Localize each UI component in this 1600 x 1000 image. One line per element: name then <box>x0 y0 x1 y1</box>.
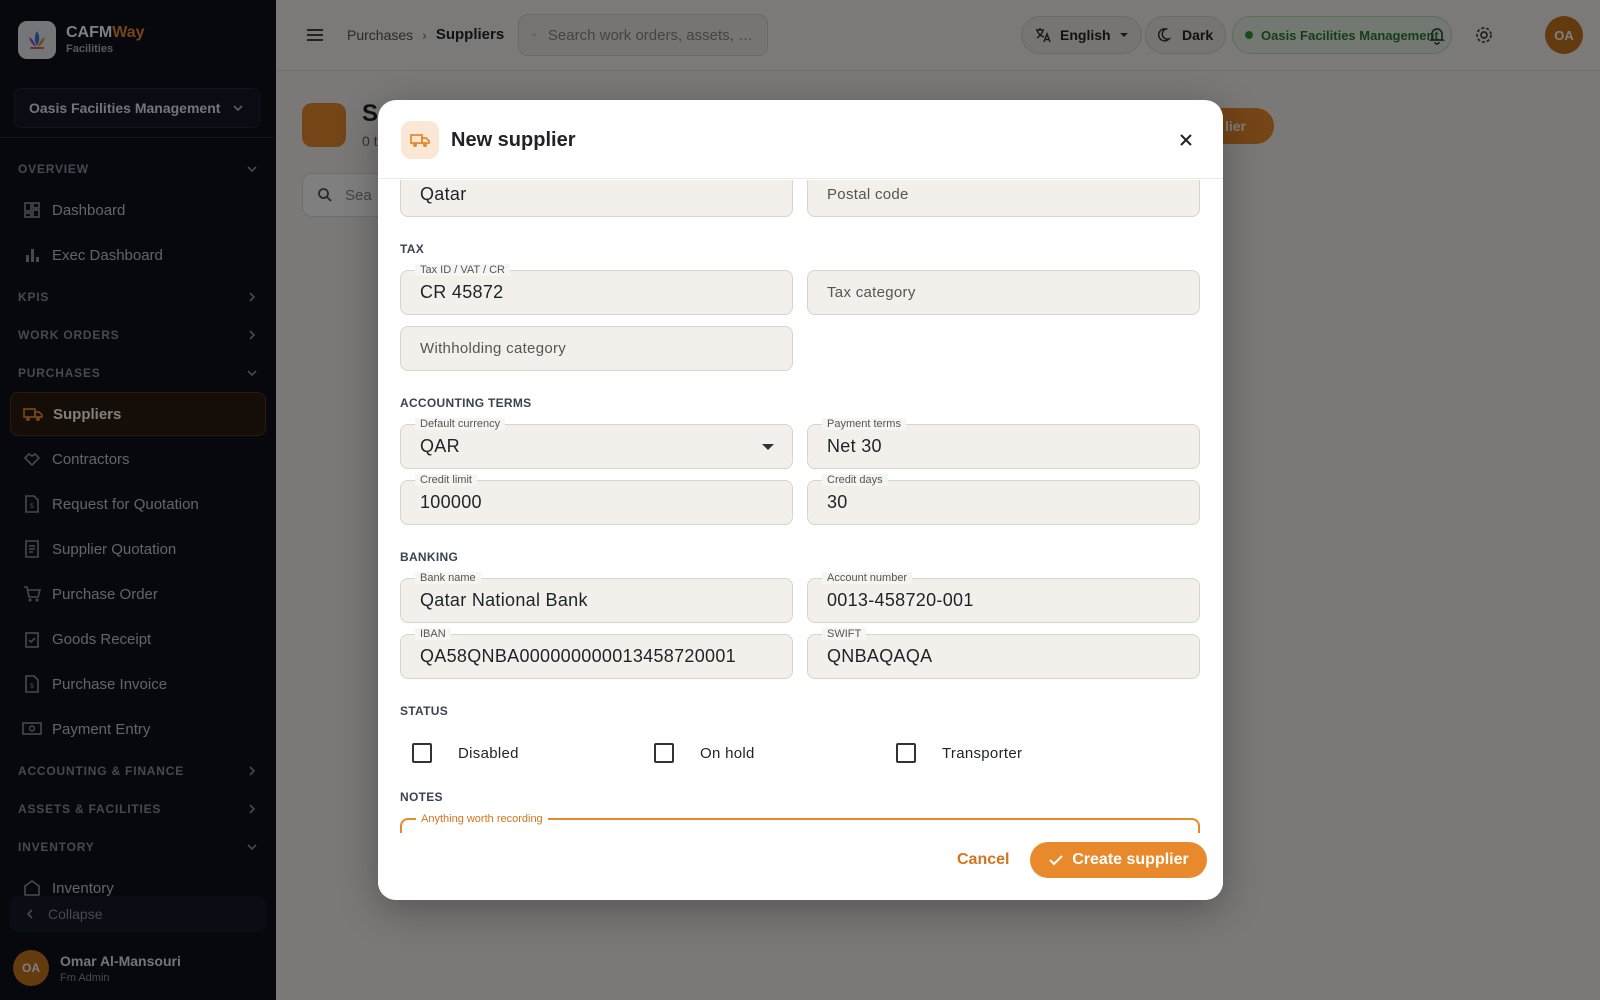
bank-name-value: Qatar National Bank <box>420 590 588 610</box>
bank-name-field[interactable]: Bank name Qatar National Bank <box>400 572 793 623</box>
dialog-header: New supplier <box>378 100 1223 179</box>
section-tax: TAX <box>400 242 425 256</box>
checkbox-box <box>412 743 432 763</box>
section-status: STATUS <box>400 704 449 718</box>
cancel-button[interactable]: Cancel <box>957 851 1009 869</box>
section-accounting-terms: ACCOUNTING TERMS <box>400 396 532 410</box>
disabled-checkbox[interactable]: Disabled <box>412 743 519 763</box>
withholding-placeholder: Withholding category <box>420 340 567 357</box>
iban-label: IBAN <box>415 628 451 640</box>
account-number-value: 0013-458720-001 <box>827 590 974 610</box>
currency-label: Default currency <box>415 418 506 430</box>
currency-select[interactable]: Default currency QAR <box>400 418 793 469</box>
tax-id-field[interactable]: Tax ID / VAT / CR CR 45872 <box>400 264 793 315</box>
iban-field[interactable]: IBAN QA58QNBA000000000013458720001 <box>400 628 793 679</box>
truck-icon <box>401 121 439 159</box>
transporter-checkbox[interactable]: Transporter <box>896 743 1022 763</box>
tax-category-field[interactable]: Tax category <box>807 270 1200 315</box>
notes-label: Anything worth recording <box>416 813 548 825</box>
tax-id-value: CR 45872 <box>420 282 504 302</box>
section-banking: BANKING <box>400 550 459 564</box>
notes-textarea[interactable]: Anything worth recording <box>400 813 1200 833</box>
checkbox-label: Disabled <box>458 744 519 762</box>
tax-id-label: Tax ID / VAT / CR <box>415 264 510 276</box>
swift-field[interactable]: SWIFT QNBAQAQA <box>807 628 1200 679</box>
checkbox-label: On hold <box>700 744 755 762</box>
dialog-title: New supplier <box>451 129 576 151</box>
country-value: Qatar <box>420 184 467 204</box>
swift-value: QNBAQAQA <box>827 646 933 666</box>
credit-days-value: 30 <box>827 492 848 512</box>
payment-terms-value: Net 30 <box>827 436 882 456</box>
postal-code-field[interactable]: Postal code <box>807 180 1200 217</box>
credit-limit-value: 100000 <box>420 492 482 512</box>
currency-value: QAR <box>420 436 460 456</box>
credit-limit-field[interactable]: Credit limit 100000 <box>400 474 793 525</box>
checkbox-box <box>896 743 916 763</box>
checkbox-box <box>654 743 674 763</box>
credit-limit-label: Credit limit <box>415 474 477 486</box>
iban-value: QA58QNBA000000000013458720001 <box>420 646 736 666</box>
dialog-body[interactable]: Qatar Postal code TAX Tax ID / VAT / CR … <box>378 180 1223 833</box>
dialog-footer: Cancel Create supplier <box>378 833 1223 900</box>
checkbox-label: Transporter <box>942 744 1023 762</box>
postal-code-placeholder: Postal code <box>827 186 909 203</box>
caret-down-icon <box>762 444 774 450</box>
country-field[interactable]: Qatar <box>400 180 793 217</box>
check-icon <box>1049 855 1063 866</box>
close-icon[interactable] <box>1175 129 1197 151</box>
section-notes: NOTES <box>400 790 443 804</box>
payment-terms-field[interactable]: Payment terms Net 30 <box>807 418 1200 469</box>
account-number-field[interactable]: Account number 0013-458720-001 <box>807 572 1200 623</box>
credit-days-field[interactable]: Credit days 30 <box>807 474 1200 525</box>
create-supplier-label: Create supplier <box>1072 851 1189 868</box>
swift-label: SWIFT <box>822 628 867 640</box>
on-hold-checkbox[interactable]: On hold <box>654 743 755 763</box>
create-supplier-button[interactable]: Create supplier <box>1030 842 1207 878</box>
payment-terms-label: Payment terms <box>822 418 906 430</box>
credit-days-label: Credit days <box>822 474 888 486</box>
bank-name-label: Bank name <box>415 572 481 584</box>
tax-category-placeholder: Tax category <box>827 284 916 301</box>
account-number-label: Account number <box>822 572 913 584</box>
withholding-category-field[interactable]: Withholding category <box>400 326 793 371</box>
new-supplier-dialog: New supplier Qatar Postal code TAX Tax I… <box>378 100 1223 900</box>
